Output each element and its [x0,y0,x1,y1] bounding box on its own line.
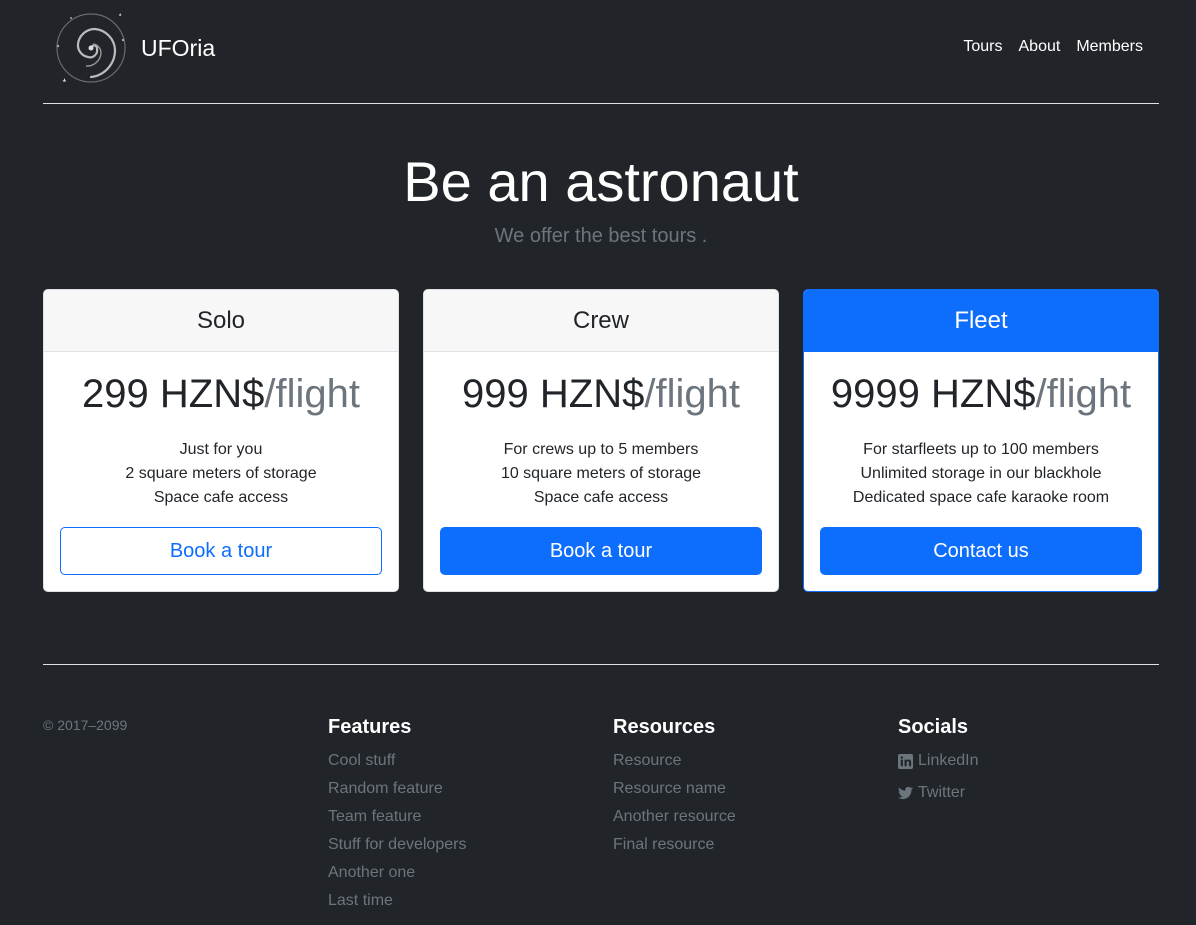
contact-us-button[interactable]: Contact us [820,527,1142,575]
pricing-card-crew: Crew 999 HZN$/flight For crews up to 5 m… [423,289,779,592]
copyright-text: © 2017–2099 [43,717,128,733]
feature-item: For starfleets up to 100 members [863,441,1099,458]
site-footer: © 2017–2099 Features Cool stuff Random f… [43,664,1159,925]
feature-item: 10 square meters of storage [500,465,702,482]
price-amount: 9999 HZN$ [830,372,1036,416]
price-unit: /flight [644,372,740,416]
footer-link[interactable]: Another resource [613,803,736,831]
brand-name: UFOria [141,34,216,61]
book-tour-button[interactable]: Book a tour [440,527,762,575]
galaxy-logo-icon [56,13,126,83]
linkedin-label: LinkedIn [918,752,979,769]
book-tour-button[interactable]: Book a tour [60,527,382,575]
price-amount: 299 HZN$ [82,372,265,416]
footer-link[interactable]: Stuff for developers [328,831,466,859]
twitter-icon [898,786,913,800]
hero-subtitle: We offer the best tours . [494,225,708,247]
footer-link[interactable]: Random feature [328,775,443,803]
card-title: Solo [44,290,398,352]
feature-item: Space cafe access [153,489,289,506]
brand-link[interactable]: UFOria [49,6,215,90]
feature-item: For crews up to 5 members [503,441,699,458]
hero-title: Be an astronaut [403,150,799,213]
footer-heading: Resources [613,716,716,738]
feature-item: Dedicated space cafe karaoke room [852,489,1110,506]
footer-link[interactable]: Another one [328,859,415,887]
feature-item: Space cafe access [533,489,669,506]
footer-column-features: Features Cool stuff Random feature Team … [328,715,466,915]
footer-heading: Socials [898,716,969,738]
pricing-card-solo: Solo 299 HZN$/flight Just for you 2 squa… [43,289,399,592]
linkedin-link[interactable]: LinkedIn [898,747,979,775]
price-amount: 999 HZN$ [462,372,645,416]
twitter-link[interactable]: Twitter [898,779,965,807]
feature-item: Just for you [179,441,263,458]
footer-link[interactable]: Team feature [328,803,421,831]
footer-link[interactable]: Last time [328,887,393,915]
nav-link-tours[interactable]: Tours [963,38,1002,56]
card-price: 299 HZN$/flight [44,370,398,418]
footer-link[interactable]: Final resource [613,831,714,859]
twitter-label: Twitter [918,783,966,801]
site-header: UFOria Tours About Members [43,0,1159,104]
card-title: Crew [424,290,778,352]
pricing-cards: Solo 299 HZN$/flight Just for you 2 squa… [43,289,1159,593]
price-unit: /flight [264,372,360,416]
footer-link[interactable]: Resource [613,747,681,775]
pricing-card-fleet: Fleet 9999 HZN$/flight For starfleets up… [803,289,1159,592]
nav-link-about[interactable]: About [1019,38,1061,56]
card-price: 999 HZN$/flight [424,370,778,418]
feature-item: 2 square meters of storage [125,465,317,482]
linkedin-icon [898,753,913,769]
feature-item: Unlimited storage in our blackhole [860,465,1102,482]
footer-column-resources: Resources Resource Resource name Another… [613,715,736,859]
nav-link-members[interactable]: Members [1076,38,1143,56]
feature-list: For starfleets up to 100 members Unlimit… [804,438,1158,510]
feature-list: For crews up to 5 members 10 square mete… [424,438,778,510]
footer-heading: Features [328,716,412,738]
main-nav: Tours About Members [963,38,1143,56]
price-unit: /flight [1035,372,1132,416]
footer-link[interactable]: Resource name [613,775,726,803]
card-title: Fleet [804,290,1158,352]
card-price: 9999 HZN$/flight [804,370,1158,418]
footer-column-socials: Socials LinkedIn Twitter [898,715,979,810]
feature-list: Just for you 2 square meters of storage … [44,438,398,510]
footer-link[interactable]: Cool stuff [328,747,395,775]
hero-section: Be an astronaut We offer the best tours … [43,148,1159,248]
